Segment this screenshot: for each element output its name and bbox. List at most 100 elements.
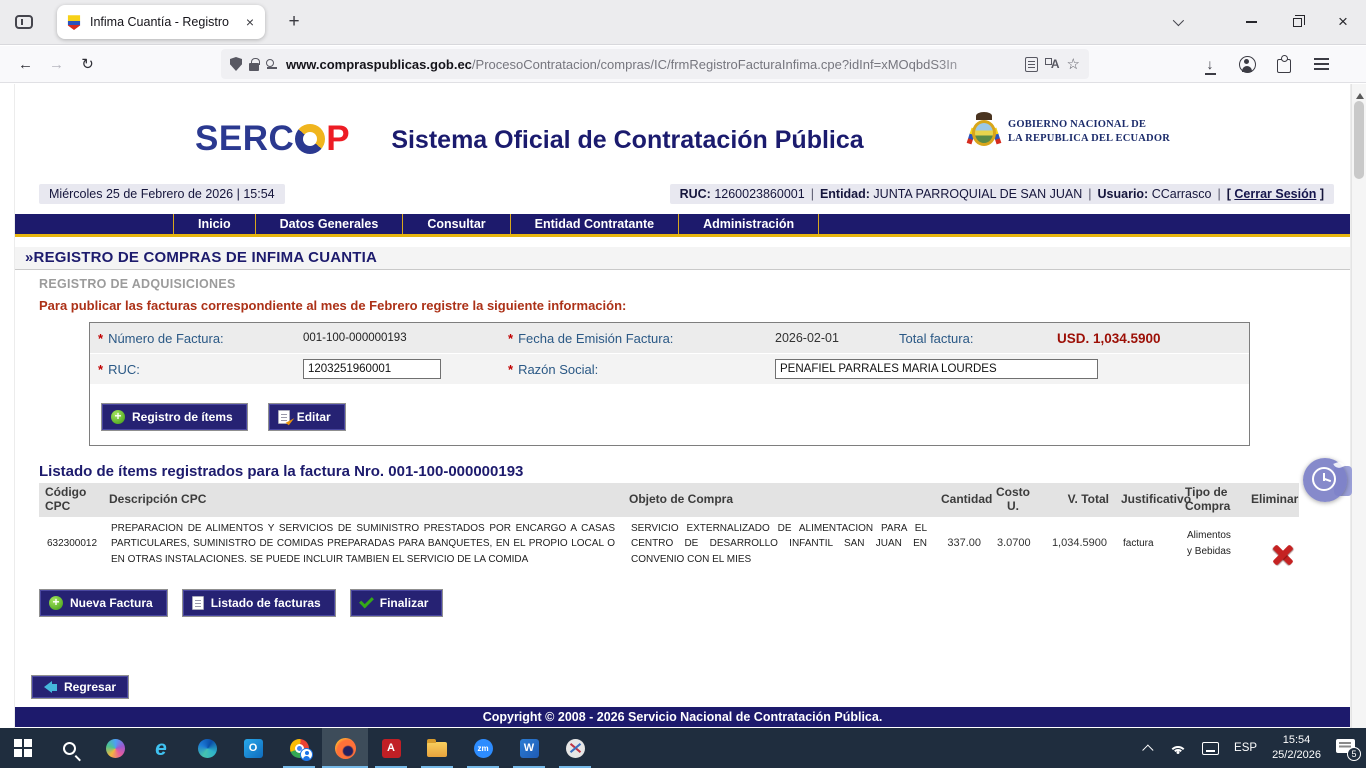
entidad-label: Entidad: xyxy=(820,187,870,201)
window-minimize-button[interactable] xyxy=(1228,0,1274,45)
taskbar-search-button[interactable] xyxy=(46,728,92,768)
tab-title: Infima Cuantía - Registro xyxy=(90,15,236,29)
fecha-emision-value: 2026-02-01 xyxy=(767,331,891,345)
main-nav: Inicio Datos Generales Consultar Entidad… xyxy=(15,214,1350,237)
account-button[interactable] xyxy=(1232,50,1262,78)
taskbar-firefox-button[interactable] xyxy=(322,728,368,768)
site-permissions-icon[interactable] xyxy=(266,59,279,69)
nav-item-administracion[interactable]: Administración xyxy=(678,214,819,234)
taskbar-edge-button[interactable] xyxy=(184,728,230,768)
translate-icon[interactable]: A xyxy=(1045,57,1060,71)
razon-social-cell xyxy=(767,359,1098,379)
ruc-value: 1260023860001 xyxy=(714,187,804,201)
wifi-icon[interactable] xyxy=(1169,741,1187,755)
usuario-label: Usuario: xyxy=(1098,187,1149,201)
taskbar-word-button[interactable]: W xyxy=(506,728,552,768)
logout-link[interactable]: Cerrar Sesión xyxy=(1234,187,1316,201)
notification-badge: 5 xyxy=(1347,747,1361,761)
ruc-label: RUC: xyxy=(680,187,711,201)
back-button[interactable]: ← xyxy=(10,50,41,78)
sercop-logo: SERCP xyxy=(195,119,350,159)
acrobat-icon: A xyxy=(382,739,401,758)
extensions-button[interactable] xyxy=(1269,50,1299,78)
cell-justificativo: factura xyxy=(1115,517,1179,572)
taskbar-acrobat-button[interactable]: A xyxy=(368,728,414,768)
ruc-input[interactable] xyxy=(303,359,441,379)
taskbar-explorer-button[interactable] xyxy=(414,728,460,768)
taskbar-copilot-button[interactable] xyxy=(92,728,138,768)
editar-button[interactable]: Editar xyxy=(268,403,346,431)
form-row-1: *Número de Factura: 001-100-000000193 *F… xyxy=(90,323,1249,354)
scrollbar-thumb[interactable] xyxy=(1354,101,1364,179)
nav-item-entidad-contratante[interactable]: Entidad Contratante xyxy=(510,214,678,234)
col-v-total: V. Total xyxy=(1037,483,1115,517)
downloads-button[interactable]: ↓ xyxy=(1195,50,1225,78)
registro-items-button[interactable]: Registro de ítems xyxy=(101,403,248,431)
nueva-factura-button[interactable]: Nueva Factura xyxy=(39,589,168,617)
info-row: Miércoles 25 de Febrero de 2026 | 15:54 … xyxy=(15,184,1350,214)
table-header-row: Código CPC Descripción CPC Objeto de Com… xyxy=(39,483,1299,517)
window-close-button[interactable]: × xyxy=(1320,0,1366,45)
session-box: RUC: 1260023860001|Entidad: JUNTA PARROQ… xyxy=(670,184,1334,204)
numero-factura-value: 001-100-000000193 xyxy=(295,332,500,344)
check-icon xyxy=(359,594,374,609)
razon-social-input[interactable] xyxy=(775,359,1098,379)
fecha-emision-label: *Fecha de Emisión Factura: xyxy=(500,331,767,346)
taskbar-date: 25/2/2026 xyxy=(1272,749,1321,761)
taskbar: e O A zm W ESP 15:54 25/2/2026 5 xyxy=(0,728,1366,768)
start-button[interactable] xyxy=(0,728,46,768)
taskbar-chrome-button[interactable] xyxy=(276,728,322,768)
scroll-up-arrow[interactable] xyxy=(1352,84,1366,100)
tracking-protection-shield-icon[interactable] xyxy=(230,57,242,71)
col-descripcion-cpc: Descripción CPC xyxy=(103,483,623,517)
floating-clock-widget[interactable] xyxy=(1303,458,1347,502)
usuario-value: CCarrasco xyxy=(1152,187,1212,201)
nav-item-datos-generales[interactable]: Datos Generales xyxy=(255,214,403,234)
numero-factura-label: *Número de Factura: xyxy=(90,331,295,346)
forward-button: → xyxy=(41,50,72,78)
notification-center-button[interactable]: 5 xyxy=(1336,739,1358,757)
table-row: 632300012 PREPARACION DE ALIMENTOS Y SER… xyxy=(39,517,1299,572)
browser-tab[interactable]: Infima Cuantía - Registro × xyxy=(57,5,265,39)
firefox-view-icon[interactable] xyxy=(9,7,39,37)
new-tab-button[interactable]: + xyxy=(279,11,309,33)
nav-item-consultar[interactable]: Consultar xyxy=(402,214,509,234)
cell-costo-u: 3.0700 xyxy=(989,517,1037,572)
reader-mode-icon[interactable] xyxy=(1025,57,1038,72)
total-factura-label: Total factura: xyxy=(891,331,1049,346)
government-text: GOBIERNO NACIONAL DE LA REPUBLICA DEL EC… xyxy=(1008,118,1170,145)
back-arrow-icon xyxy=(38,681,57,693)
list-tabs-button[interactable] xyxy=(1160,13,1194,31)
bookmark-star-icon[interactable]: ☆ xyxy=(1067,57,1080,72)
url-text: www.compraspublicas.gob.ec/ProcesoContra… xyxy=(286,57,1018,72)
taskbar-clock[interactable]: 15:54 25/2/2026 xyxy=(1272,733,1321,763)
connection-lock-icon[interactable] xyxy=(249,63,259,71)
language-indicator[interactable]: ESP xyxy=(1234,742,1257,754)
col-eliminar: Eliminar xyxy=(1245,483,1299,517)
taskbar-outlook-button[interactable]: O xyxy=(230,728,276,768)
tray-chevron-up-icon[interactable] xyxy=(1142,744,1153,755)
tab-close-icon[interactable]: × xyxy=(244,14,256,30)
menu-button[interactable] xyxy=(1306,50,1336,78)
page-scrollbar[interactable] xyxy=(1351,84,1366,728)
government-logo: GOBIERNO NACIONAL DE LA REPUBLICA DEL EC… xyxy=(969,112,1170,152)
nav-item-inicio[interactable]: Inicio xyxy=(173,214,255,234)
snipping-tool-icon xyxy=(566,739,585,758)
regresar-button[interactable]: Regresar xyxy=(31,675,129,699)
page-title: Sistema Oficial de Contratación Pública xyxy=(335,126,920,155)
window-restore-button[interactable] xyxy=(1274,0,1320,45)
cell-tipo-compra: Alimentos y Bebidas xyxy=(1179,517,1245,572)
firefox-icon xyxy=(335,738,356,759)
datetime-box: Miércoles 25 de Febrero de 2026 | 15:54 xyxy=(39,184,285,204)
listado-facturas-button[interactable]: Listado de facturas xyxy=(182,589,336,617)
touch-keyboard-icon[interactable] xyxy=(1202,742,1219,755)
reload-button[interactable]: ↻ xyxy=(72,50,103,78)
finalizar-button[interactable]: Finalizar xyxy=(350,589,444,617)
cell-objeto: SERVICIO EXTERNALIZADO DE ALIMENTACION P… xyxy=(623,517,935,572)
document-icon xyxy=(192,596,204,610)
taskbar-snip-button[interactable] xyxy=(552,728,598,768)
browser-toolbar: ← → ↻ www.compraspublicas.gob.ec/Proceso… xyxy=(0,46,1366,83)
url-bar[interactable]: www.compraspublicas.gob.ec/ProcesoContra… xyxy=(221,49,1089,79)
taskbar-zoom-button[interactable]: zm xyxy=(460,728,506,768)
taskbar-ie-button[interactable]: e xyxy=(138,728,184,768)
